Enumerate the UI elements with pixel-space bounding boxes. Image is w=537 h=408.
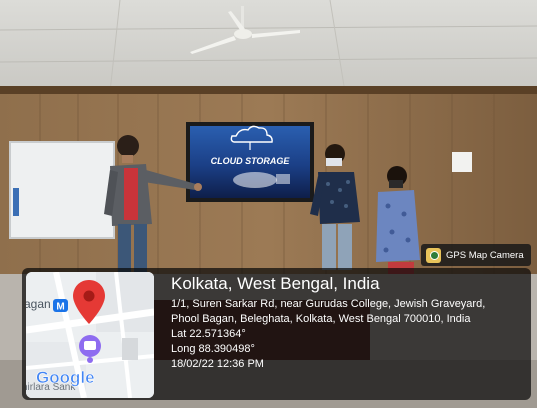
whiteboard <box>9 141 115 239</box>
latitude: Lat 22.571364° <box>171 328 246 340</box>
metro-badge-label: M <box>56 302 64 313</box>
gps-map-camera-app-icon <box>426 247 441 263</box>
gps-map-camera-badge: GPS Map Camera <box>421 244 531 266</box>
slide-title: CLOUD STORAGE <box>211 156 291 166</box>
badge-label: GPS Map Camera <box>446 249 524 261</box>
google-logo: Google <box>36 368 95 387</box>
beam <box>0 86 537 94</box>
longitude: Long 88.390498° <box>171 343 255 355</box>
location-title: Kolkata, West Bengal, India <box>171 274 380 293</box>
ceiling <box>0 0 537 92</box>
display-screen: CLOUD STORAGE <box>186 122 314 202</box>
location-info: Kolkata, West Bengal, India 1/1, Suren S… <box>171 272 527 372</box>
datetime: 18/02/22 12:36 PM <box>171 358 264 370</box>
photo-frame: CLOUD STORAGE GPS Map Camera agan M hirl… <box>0 0 537 408</box>
address-line-1: 1/1, Suren Sarkar Rd, near Gurudas Colle… <box>171 298 486 310</box>
map-thumbnail: agan M hirlara Sank Google <box>26 272 154 398</box>
wall-notice <box>452 152 472 172</box>
address-line-2: Phool Bagan, Beleghata, Kolkata, West Be… <box>171 313 471 325</box>
map-place-fragment: agan <box>26 297 51 311</box>
map-image: agan M hirlara Sank Google <box>26 272 154 398</box>
